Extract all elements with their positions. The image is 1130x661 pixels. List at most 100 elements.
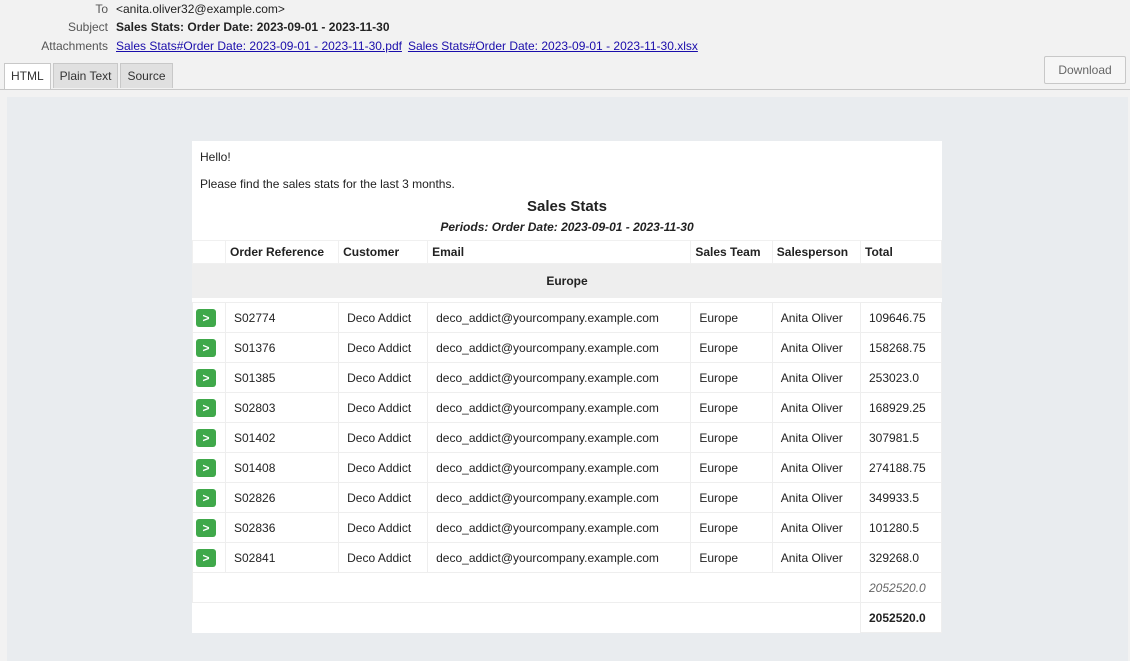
report-title: Sales Stats — [526, 198, 608, 215]
total: 329268.0 — [860, 542, 942, 573]
table-row: > S01402 Deco Addict deco_addict@yourcom… — [192, 422, 942, 453]
open-record-button[interactable]: > — [196, 518, 216, 537]
total: 274188.75 — [860, 452, 942, 483]
total: 109646.75 — [860, 302, 942, 333]
salesperson: Anita Oliver — [771, 362, 862, 393]
salesperson: Anita Oliver — [771, 332, 862, 363]
row-action-cell: > — [192, 482, 226, 513]
group-total-row: 2052520.0 — [192, 572, 942, 603]
grand-total: 2052520.0 — [860, 602, 942, 633]
tab-html[interactable]: HTML — [4, 63, 51, 90]
group-row: Europe — [192, 263, 942, 298]
email-address: deco_addict@yourcompany.example.com — [427, 392, 692, 423]
sales-team: Europe — [690, 422, 773, 453]
attachments-row: Attachments Sales Stats#Order Date: 2023-… — [0, 38, 704, 54]
table-header-row: Order Reference Customer Email Sales Tea… — [192, 240, 942, 264]
total: 349933.5 — [860, 482, 942, 513]
customer: Deco Addict — [338, 362, 429, 393]
subject-label: Subject — [67, 20, 108, 34]
greeting-text: Hello! — [200, 150, 231, 164]
row-action-cell: > — [192, 392, 226, 423]
header-email: Email — [427, 240, 692, 264]
row-action-cell: > — [192, 542, 226, 573]
row-action-cell: > — [192, 332, 226, 363]
header-divider — [0, 89, 1130, 90]
sales-team: Europe — [690, 542, 773, 573]
sales-team: Europe — [690, 482, 773, 513]
total: 168929.25 — [860, 392, 942, 423]
email-address: deco_addict@yourcompany.example.com — [427, 452, 692, 483]
open-record-button[interactable]: > — [196, 308, 216, 327]
customer: Deco Addict — [338, 512, 429, 543]
email-address: deco_addict@yourcompany.example.com — [427, 512, 692, 543]
table-row: > S01376 Deco Addict deco_addict@yourcom… — [192, 332, 942, 363]
attachment-pdf-link[interactable]: Sales Stats#Order Date: 2023-09-01 - 202… — [116, 39, 402, 53]
open-record-button[interactable]: > — [196, 368, 216, 387]
total: 101280.5 — [860, 512, 942, 543]
tab-plain-text[interactable]: Plain Text — [52, 63, 119, 88]
to-value: <anita.oliver32@example.com> — [116, 2, 285, 16]
email-address: deco_addict@yourcompany.example.com — [427, 362, 692, 393]
customer: Deco Addict — [338, 332, 429, 363]
attachment-xlsx-link[interactable]: Sales Stats#Order Date: 2023-09-01 - 202… — [408, 39, 698, 53]
header-customer: Customer — [338, 240, 429, 264]
email-address: deco_addict@yourcompany.example.com — [427, 332, 692, 363]
row-action-cell: > — [192, 302, 226, 333]
report-subtitle: Periods: Order Date: 2023-09-01 - 2023-1… — [440, 220, 694, 234]
salesperson: Anita Oliver — [771, 512, 862, 543]
intro-text: Please find the sales stats for the last… — [200, 177, 455, 191]
row-action-cell: > — [192, 452, 226, 483]
to-row: To <anita.oliver32@example.com> — [0, 1, 285, 17]
customer: Deco Addict — [338, 422, 429, 453]
order-reference: S02826 — [224, 482, 340, 513]
salesperson: Anita Oliver — [771, 542, 862, 573]
grand-total-row: 2052520.0 — [193, 602, 942, 633]
salesperson: Anita Oliver — [771, 422, 862, 453]
grand-total-spacer — [193, 603, 861, 633]
group-total-spacer — [192, 572, 861, 603]
tab-source[interactable]: Source — [120, 63, 173, 88]
customer: Deco Addict — [338, 302, 429, 333]
open-record-button[interactable]: > — [196, 458, 216, 477]
sales-team: Europe — [690, 362, 773, 393]
row-action-cell: > — [192, 362, 226, 393]
email-body: Hello! Please find the sales stats for t… — [192, 141, 942, 633]
table-row: > S02841 Deco Addict deco_addict@yourcom… — [192, 542, 942, 573]
open-record-button[interactable]: > — [196, 338, 216, 357]
open-record-button[interactable]: > — [196, 398, 216, 417]
salesperson: Anita Oliver — [771, 482, 862, 513]
open-record-button[interactable]: > — [196, 548, 216, 567]
salesperson: Anita Oliver — [771, 302, 862, 333]
sales-stats-table: Order Reference Customer Email Sales Tea… — [192, 240, 942, 633]
order-reference: S02836 — [224, 512, 340, 543]
email-address: deco_addict@yourcompany.example.com — [427, 542, 692, 573]
total: 253023.0 — [860, 362, 942, 393]
salesperson: Anita Oliver — [771, 452, 862, 483]
header-action — [192, 240, 226, 264]
sales-team: Europe — [690, 302, 773, 333]
email-preview-area[interactable]: Hello! Please find the sales stats for t… — [7, 97, 1128, 661]
customer: Deco Addict — [338, 542, 429, 573]
table-row: > S01408 Deco Addict deco_addict@yourcom… — [192, 452, 942, 483]
header-salesperson: Salesperson — [771, 240, 862, 264]
order-reference: S01402 — [224, 422, 340, 453]
total: 307981.5 — [860, 422, 942, 453]
order-reference: S01385 — [224, 362, 340, 393]
to-label: To — [95, 2, 108, 16]
download-button[interactable]: Download — [1044, 56, 1126, 84]
open-record-button[interactable]: > — [196, 428, 216, 447]
header-order-reference: Order Reference — [224, 240, 340, 264]
header-sales-team: Sales Team — [690, 240, 773, 264]
order-reference: S01408 — [224, 452, 340, 483]
row-action-cell: > — [192, 422, 226, 453]
customer: Deco Addict — [338, 392, 429, 423]
subject-row: Subject Sales Stats: Order Date: 2023-09-… — [0, 19, 390, 35]
table-row: > S02803 Deco Addict deco_addict@yourcom… — [192, 392, 942, 423]
table-row: > S02826 Deco Addict deco_addict@yourcom… — [192, 482, 942, 513]
group-total: 2052520.0 — [860, 572, 942, 603]
subject-value: Sales Stats: Order Date: 2023-09-01 - 20… — [116, 20, 390, 34]
open-record-button[interactable]: > — [196, 488, 216, 507]
group-label: Europe — [192, 263, 942, 298]
order-reference: S01376 — [224, 332, 340, 363]
table-row: > S02836 Deco Addict deco_addict@yourcom… — [192, 512, 942, 543]
